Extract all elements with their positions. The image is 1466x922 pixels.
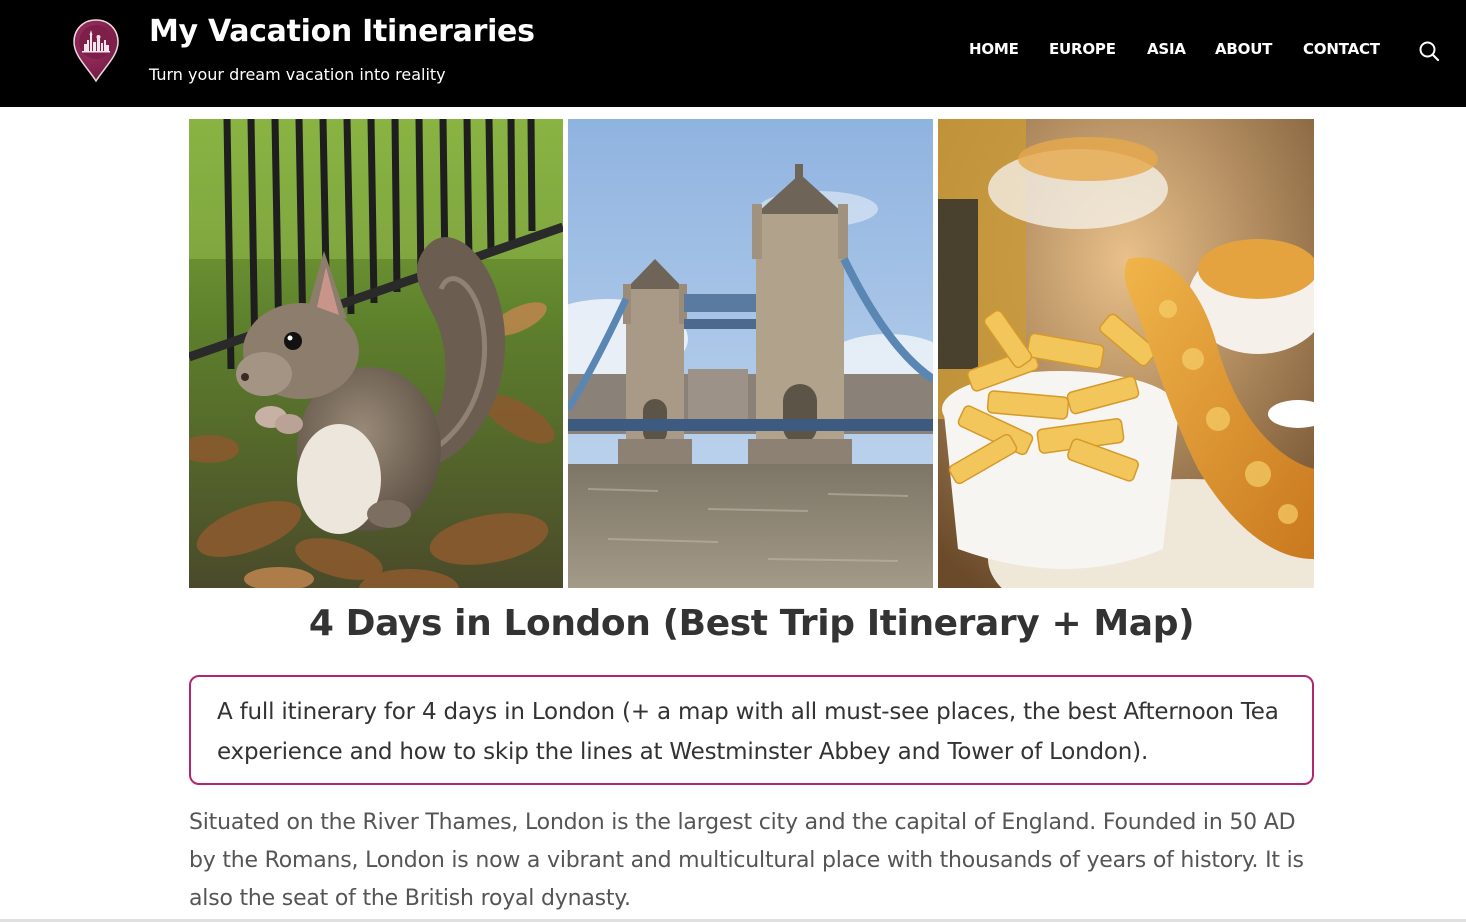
main-nav: HOME EUROPE ASIA ABOUT CONTACT <box>0 40 1466 62</box>
nav-item-contact[interactable]: CONTACT <box>1303 40 1380 58</box>
summary-box: A full itinerary for 4 days in London (+… <box>189 675 1314 785</box>
hero-photo-squirrel <box>189 119 563 588</box>
nav-item-europe[interactable]: EUROPE <box>1049 40 1116 58</box>
nav-item-asia[interactable]: ASIA <box>1147 40 1186 58</box>
nav-item-home[interactable]: HOME <box>969 40 1019 58</box>
nav-item-about[interactable]: ABOUT <box>1215 40 1272 58</box>
intro-paragraph: Situated on the River Thames, London is … <box>189 810 1304 911</box>
summary-text: A full itinerary for 4 days in London (+… <box>217 699 1279 765</box>
article-title: 4 Days in London (Best Trip Itinerary + … <box>308 603 1195 644</box>
hero-photo-tower-bridge <box>568 119 933 588</box>
search-button[interactable] <box>1417 39 1441 63</box>
hero-photo-fish-and-chips <box>938 119 1314 588</box>
hero-collage <box>189 119 1314 588</box>
site-header: My Vacation Itineraries Turn your dream … <box>0 0 1466 107</box>
search-icon <box>1419 41 1440 62</box>
site-tagline: Turn your dream vacation into reality <box>149 65 446 84</box>
